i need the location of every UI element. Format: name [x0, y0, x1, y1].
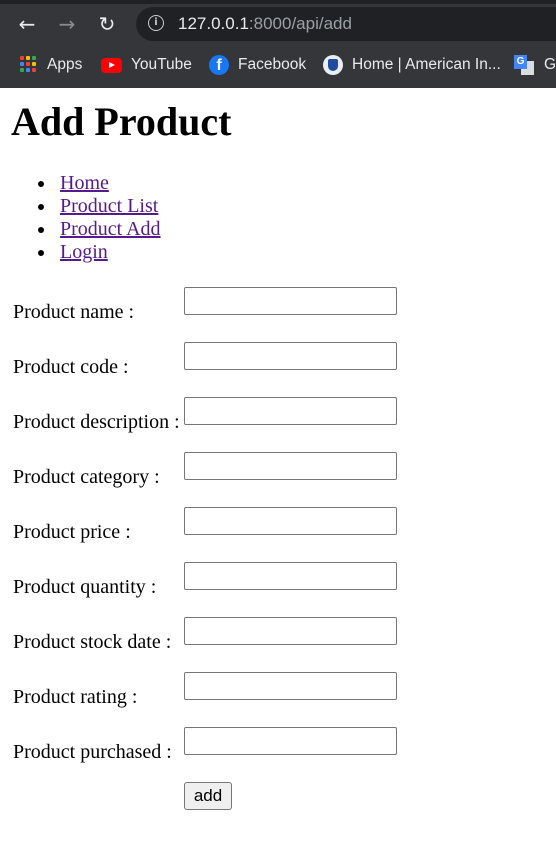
bookmark-facebook[interactable]: Facebook	[238, 54, 306, 76]
url-path: :8000/api/add	[248, 14, 352, 33]
bookmark-label: YouTube	[131, 56, 192, 73]
nav-link-home[interactable]: Home	[60, 172, 109, 195]
bookmark-label: Apps	[47, 56, 83, 73]
product-category-label: Product category :	[13, 466, 160, 488]
product-code-label: Product code :	[13, 356, 129, 378]
product-price-label: Product price :	[13, 521, 131, 543]
page-title: Add Product	[11, 99, 232, 144]
bookmark-label: G	[544, 56, 556, 73]
product-rating-input[interactable]	[184, 672, 397, 700]
product-name-input[interactable]	[184, 287, 397, 315]
product-purchased-label: Product purchased :	[13, 741, 172, 763]
nav-link-login[interactable]: Login	[60, 241, 108, 264]
google-translate-icon: G	[514, 55, 534, 75]
site-info-icon[interactable]: i	[148, 15, 164, 31]
window-top-strip	[0, 0, 556, 4]
youtube-icon	[101, 58, 122, 73]
product-category-input[interactable]	[184, 452, 397, 480]
bookmark-american-institute[interactable]: Home | American In...	[352, 54, 501, 76]
bullet-icon	[38, 227, 44, 233]
bullet-icon	[38, 204, 44, 210]
product-quantity-input[interactable]	[184, 562, 397, 590]
nav-link-product-list[interactable]: Product List	[60, 195, 158, 218]
bullet-icon	[38, 181, 44, 187]
american-institute-icon	[323, 55, 343, 75]
back-arrow-icon[interactable]: ←	[14, 11, 40, 37]
bookmark-youtube[interactable]: YouTube	[131, 54, 192, 76]
reload-icon[interactable]: ↻	[94, 11, 120, 37]
bullet-icon	[38, 250, 44, 256]
forward-arrow-icon[interactable]: →	[54, 11, 80, 37]
url-host: 127.0.0.1	[178, 14, 249, 33]
address-url[interactable]: 127.0.0.1:8000/api/add	[178, 14, 352, 34]
product-purchased-input[interactable]	[184, 727, 397, 755]
product-description-label: Product description :	[13, 411, 180, 433]
product-name-label: Product name :	[13, 301, 135, 323]
bookmark-label: Facebook	[238, 56, 307, 73]
product-price-input[interactable]	[184, 507, 397, 535]
product-description-input[interactable]	[184, 397, 397, 425]
add-button[interactable]: add	[184, 782, 232, 810]
apps-grid-icon	[20, 56, 36, 72]
product-quantity-label: Product quantity :	[13, 576, 157, 598]
bookmark-label: Home | American In...	[352, 56, 501, 73]
bookmark-apps[interactable]: Apps	[47, 54, 82, 76]
nav-link-product-add[interactable]: Product Add	[60, 218, 161, 241]
facebook-icon: f	[209, 55, 229, 75]
product-stock-date-input[interactable]	[184, 617, 397, 645]
product-rating-label: Product rating :	[13, 686, 138, 708]
product-stock-date-label: Product stock date :	[13, 631, 172, 653]
bookmark-google-translate[interactable]: G	[544, 54, 556, 76]
product-code-input[interactable]	[184, 342, 397, 370]
